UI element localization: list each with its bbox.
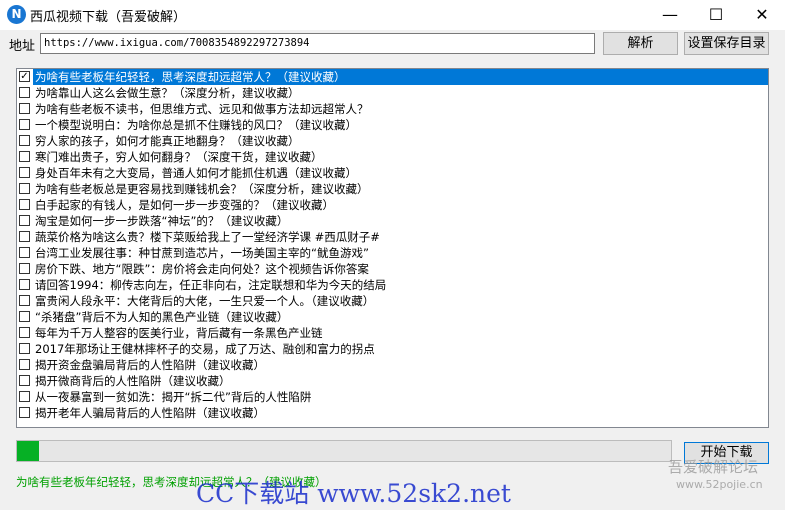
video-checkbox[interactable] — [19, 119, 30, 130]
video-list-item[interactable]: 寒门难出贵子，穷人如何翻身？（深度干货，建议收藏） — [17, 149, 768, 165]
address-label: 地址 — [9, 39, 36, 54]
window-title: 西瓜视频下载（吾爱破解） — [30, 10, 187, 25]
video-title: 揭开微商背后的人性陷阱（建议收藏） — [35, 374, 231, 388]
video-checkbox[interactable] — [19, 279, 30, 290]
video-checkbox[interactable] — [19, 231, 30, 242]
video-checkbox[interactable] — [19, 247, 30, 258]
video-list-item[interactable]: 从一夜暴富到一贫如洗：揭开“拆二代”背后的人性陷阱 — [17, 389, 768, 405]
video-title: 揭开老年人骗局背后的人性陷阱（建议收藏） — [35, 406, 265, 420]
video-list[interactable]: ✓ 为啥有些老板年纪轻轻，思考深度却远超常人？（建议收藏） 为啥靠山人这么会做生意？… — [16, 68, 769, 428]
video-list-item[interactable]: 揭开老年人骗局背后的人性陷阱（建议收藏） — [17, 405, 768, 421]
video-title: 淘宝是如何一步一步跌落“神坛”的？（建议收藏） — [35, 214, 289, 228]
video-checkbox[interactable]: ✓ — [19, 71, 30, 82]
video-title: 房价下跌、地方“限跌”：房价将会走向何处？这个视频告诉你答案 — [35, 262, 369, 276]
video-list-item[interactable]: 台湾工业发展往事：种甘蔗到造芯片，一场美国主宰的“鱿鱼游戏” — [17, 245, 768, 261]
video-list-item[interactable]: 富贵闲人段永平：大佬背后的大佬，一生只爱一个人。（建议收藏） — [17, 293, 768, 309]
video-list-item[interactable]: 身处百年未有之大变局，普通人如何才能抓住机遇（建议收藏） — [17, 165, 768, 181]
video-checkbox[interactable] — [19, 135, 30, 146]
video-list-item[interactable]: 蔬菜价格为啥这么贵？楼下菜贩给我上了一堂经济学课 #西瓜财子# — [17, 229, 768, 245]
video-title: 为啥有些老板年纪轻轻，思考深度却远超常人？（建议收藏） — [33, 69, 768, 85]
video-list-item[interactable]: 揭开微商背后的人性陷阱（建议收藏） — [17, 373, 768, 389]
video-list-item[interactable]: “杀猪盘”背后不为人知的黑色产业链（建议收藏） — [17, 309, 768, 325]
video-title: 为啥有些老板总是更容易找到赚钱机会？（深度分析，建议收藏） — [35, 182, 369, 196]
video-list-item[interactable]: 每年为千万人整容的医美行业，背后藏有一条黑色产业链 — [17, 325, 768, 341]
video-checkbox[interactable] — [19, 311, 30, 322]
video-title: 2017年那场让王健林摔杯子的交易，成了万达、融创和富力的拐点 — [35, 342, 375, 356]
video-title: 身处百年未有之大变局，普通人如何才能抓住机遇（建议收藏） — [35, 166, 357, 180]
set-save-dir-button[interactable]: 设置保存目录 — [684, 32, 769, 55]
video-checkbox[interactable] — [19, 407, 30, 418]
video-title: “杀猪盘”背后不为人知的黑色产业链（建议收藏） — [35, 310, 289, 324]
video-checkbox[interactable] — [19, 151, 30, 162]
close-button[interactable]: ✕ — [739, 0, 785, 30]
download-progress-bar — [16, 440, 672, 462]
progress-fill — [17, 441, 40, 461]
video-list-item[interactable]: 淘宝是如何一步一步跌落“神坛”的？（建议收藏） — [17, 213, 768, 229]
video-list-item[interactable]: 为啥有些老板不读书，但思维方式、远见和做事方法却远超常人？ — [17, 101, 768, 117]
video-list-item[interactable]: 一个模型说明白：为啥你总是抓不住赚钱的风口？（建议收藏） — [17, 117, 768, 133]
video-checkbox[interactable] — [19, 167, 30, 178]
video-title: 穷人家的孩子，如何才能真正地翻身？（建议收藏） — [35, 134, 300, 148]
video-checkbox[interactable] — [19, 199, 30, 210]
video-checkbox[interactable] — [19, 263, 30, 274]
video-checkbox[interactable] — [19, 359, 30, 370]
maximize-button[interactable]: ☐ — [693, 0, 739, 30]
video-checkbox[interactable] — [19, 391, 30, 402]
video-checkbox[interactable] — [19, 87, 30, 98]
video-checkbox[interactable] — [19, 183, 30, 194]
video-title: 请回答1994：柳传志向左，任正非向右，注定联想和华为今天的结局 — [35, 278, 387, 292]
video-title: 揭开资金盘骗局背后的人性陷阱（建议收藏） — [35, 358, 265, 372]
video-list-item[interactable]: 穷人家的孩子，如何才能真正地翻身？（建议收藏） — [17, 133, 768, 149]
minimize-button[interactable]: — — [647, 0, 693, 30]
video-title: 为啥有些老板不读书，但思维方式、远见和做事方法却远超常人？ — [35, 102, 369, 116]
video-title: 白手起家的有钱人，是如何一步一步变强的？（建议收藏） — [35, 198, 334, 212]
video-title: 寒门难出贵子，穷人如何翻身？（深度干货，建议收藏） — [35, 150, 323, 164]
video-list-item[interactable]: 揭开资金盘骗局背后的人性陷阱（建议收藏） — [17, 357, 768, 373]
title-bar: N 西瓜视频下载（吾爱破解） — ☐ ✕ — [0, 0, 785, 30]
video-list-item[interactable]: 2017年那场让王健林摔杯子的交易，成了万达、融创和富力的拐点 — [17, 341, 768, 357]
address-input[interactable]: https://www.ixigua.com/70083548922972738… — [40, 33, 595, 54]
watermark-forum-url: www.52pojie.cn — [676, 478, 763, 491]
video-checkbox[interactable] — [19, 103, 30, 114]
watermark-site: CC下载站 www.52sk2.net — [196, 479, 511, 508]
video-checkbox[interactable] — [19, 327, 30, 338]
video-title: 一个模型说明白：为啥你总是抓不住赚钱的风口？（建议收藏） — [35, 118, 357, 132]
parse-button[interactable]: 解析 — [603, 32, 678, 55]
video-title: 富贵闲人段永平：大佬背后的大佬，一生只爱一个人。（建议收藏） — [35, 294, 375, 308]
video-list-item[interactable]: 房价下跌、地方“限跌”：房价将会走向何处？这个视频告诉你答案 — [17, 261, 768, 277]
video-list-item[interactable]: ✓ 为啥有些老板年纪轻轻，思考深度却远超常人？（建议收藏） — [17, 69, 768, 85]
video-title: 为啥靠山人这么会做生意？（深度分析，建议收藏） — [35, 86, 300, 100]
video-checkbox[interactable] — [19, 215, 30, 226]
video-list-item[interactable]: 请回答1994：柳传志向左，任正非向右，注定联想和华为今天的结局 — [17, 277, 768, 293]
video-checkbox[interactable] — [19, 295, 30, 306]
video-title: 台湾工业发展往事：种甘蔗到造芯片，一场美国主宰的“鱿鱼游戏” — [35, 246, 369, 260]
video-checkbox[interactable] — [19, 375, 30, 386]
video-title: 从一夜暴富到一贫如洗：揭开“拆二代”背后的人性陷阱 — [35, 390, 312, 404]
video-title: 每年为千万人整容的医美行业，背后藏有一条黑色产业链 — [35, 326, 323, 340]
video-list-item[interactable]: 为啥有些老板总是更容易找到赚钱机会？（深度分析，建议收藏） — [17, 181, 768, 197]
video-checkbox[interactable] — [19, 343, 30, 354]
video-list-item[interactable]: 白手起家的有钱人，是如何一步一步变强的？（建议收藏） — [17, 197, 768, 213]
video-title: 蔬菜价格为啥这么贵？楼下菜贩给我上了一堂经济学课 #西瓜财子# — [35, 230, 380, 244]
video-list-item[interactable]: 为啥靠山人这么会做生意？（深度分析，建议收藏） — [17, 85, 768, 101]
app-logo-icon: N — [7, 5, 26, 24]
watermark-forum-name: 吾爱破解论坛 — [668, 458, 759, 476]
